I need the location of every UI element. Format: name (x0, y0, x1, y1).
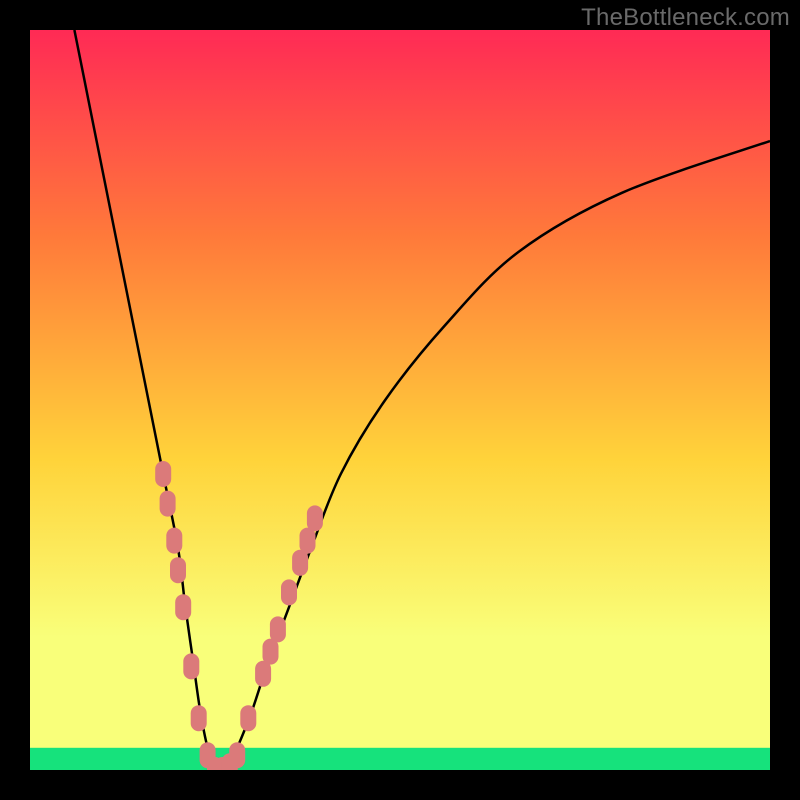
data-marker (170, 557, 186, 583)
data-marker (166, 528, 182, 554)
data-marker (307, 505, 323, 531)
data-marker (240, 705, 256, 731)
green-band (30, 748, 770, 770)
data-marker (281, 579, 297, 605)
gradient-background (30, 30, 770, 770)
data-marker (160, 491, 176, 517)
attribution-label: TheBottleneck.com (581, 4, 790, 32)
chart-container: { "attribution": "TheBottleneck.com", "c… (0, 0, 800, 800)
data-marker (175, 594, 191, 620)
data-marker (155, 461, 171, 487)
bottleneck-chart (30, 30, 770, 770)
data-marker (292, 550, 308, 576)
data-marker (270, 616, 286, 642)
data-marker (263, 639, 279, 665)
data-marker (191, 705, 207, 731)
data-marker (300, 528, 316, 554)
data-marker (183, 653, 199, 679)
data-marker (229, 742, 245, 768)
data-marker (255, 661, 271, 687)
